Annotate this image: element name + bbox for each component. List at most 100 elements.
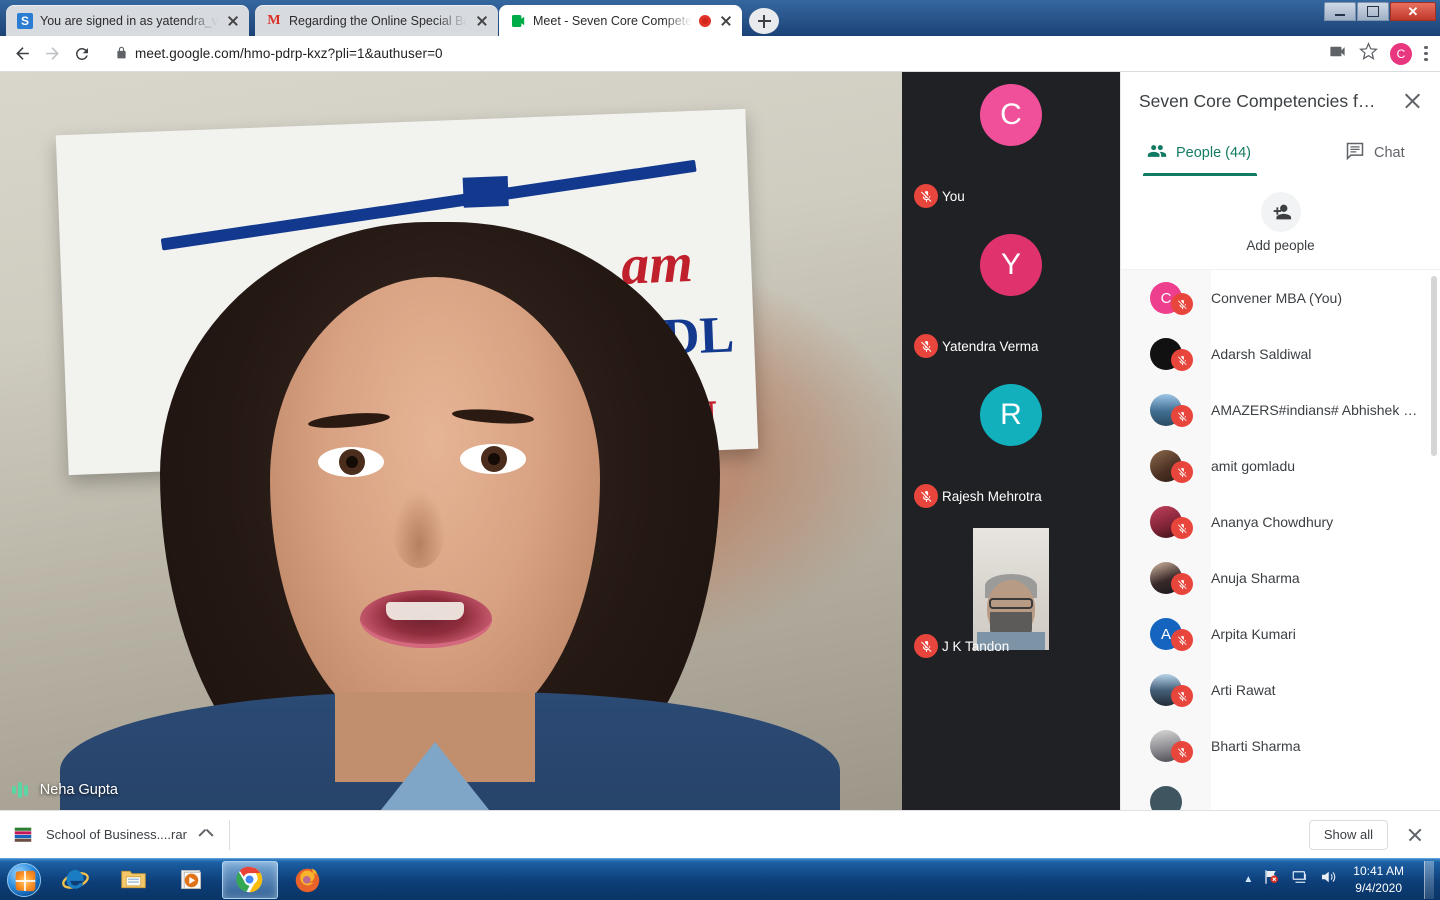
tab-skype[interactable]: S You are signed in as yatendra_ve <box>6 5 249 36</box>
participant-row[interactable]: amit gomladu <box>1121 438 1440 494</box>
cast-icon[interactable] <box>1328 42 1347 66</box>
participant-row[interactable]: Adarsh Saldiwal <box>1121 326 1440 382</box>
taskbar-media-player[interactable] <box>164 861 220 899</box>
avatar-wrapper <box>1121 550 1211 606</box>
speaker-person <box>60 222 840 810</box>
star-icon[interactable] <box>1359 41 1378 66</box>
download-item[interactable]: School of Business....rar <box>12 819 230 850</box>
show-desktop-button[interactable] <box>1424 860 1434 899</box>
thumbnail-jk-tandon[interactable]: J K Tandon <box>902 522 1120 672</box>
participant-row[interactable]: Bharti Sharma <box>1121 718 1440 774</box>
close-panel-icon[interactable] <box>1398 87 1426 115</box>
taskbar-internet-explorer[interactable] <box>48 861 104 899</box>
google-meet-app: आपक am ™ DL ास <box>0 72 1440 810</box>
tab-close-icon[interactable] <box>474 13 490 29</box>
avatar: Y <box>980 234 1042 296</box>
mic-off-icon <box>1171 629 1193 651</box>
taskbar-file-explorer[interactable] <box>106 861 162 899</box>
participant-name: amit gomladu <box>1211 458 1296 474</box>
participant-list[interactable]: C Convener MBA (You) Adarsh Saldiwal AMA… <box>1121 270 1440 810</box>
participant-list-scrollbar[interactable] <box>1431 276 1437 456</box>
recording-indicator-icon[interactable] <box>699 14 712 27</box>
forward-icon[interactable] <box>38 40 66 68</box>
poster-chimney-shape <box>462 176 509 208</box>
tray-overflow-icon[interactable]: ▲ <box>1243 874 1253 885</box>
participant-name: Anuja Sharma <box>1211 570 1300 586</box>
mic-off-icon <box>1171 573 1193 595</box>
taskbar-mozilla-firefox[interactable] <box>280 861 336 899</box>
reload-icon[interactable] <box>68 40 96 68</box>
kebab-menu-icon[interactable] <box>1424 45 1428 62</box>
thumbnail-rajesh-mehrotra[interactable]: R Rajesh Mehrotra <box>902 372 1120 522</box>
close-downloads-icon[interactable] <box>1402 822 1428 848</box>
mic-off-icon <box>1171 741 1193 763</box>
thumbnail-name: Yatendra Verma <box>942 339 1039 354</box>
tab-close-icon[interactable] <box>225 13 241 29</box>
close-window-button[interactable]: ✕ <box>1390 2 1436 21</box>
participant-row[interactable]: Ananya Chowdhury <box>1121 494 1440 550</box>
participant-name: Arti Rawat <box>1211 682 1276 698</box>
participant-name: Arpita Kumari <box>1211 626 1296 642</box>
participant-row[interactable]: AMAZERS#indians# Abhishek … <box>1121 382 1440 438</box>
main-speaker-video[interactable]: आपक am ™ DL ास <box>0 72 902 810</box>
participant-row[interactable] <box>1121 774 1440 810</box>
tab-people[interactable]: People (44) <box>1143 130 1255 176</box>
thumbnail-you[interactable]: C You <box>902 72 1120 222</box>
window-controls: ✕ <box>1323 2 1436 21</box>
participant-row[interactable]: C Convener MBA (You) <box>1121 270 1440 326</box>
taskbar-clock[interactable]: 10:41 AM 9/4/2020 <box>1347 863 1410 895</box>
tab-people-label: People (44) <box>1176 145 1251 161</box>
volume-icon[interactable] <box>1319 868 1337 891</box>
windows-logo-icon <box>7 862 41 897</box>
toolbar-actions: C <box>1328 41 1430 66</box>
mic-off-icon <box>1171 293 1193 315</box>
add-people-button[interactable]: Add people <box>1121 176 1440 270</box>
network-icon[interactable] <box>1291 868 1309 891</box>
flag-icon[interactable] <box>1263 868 1281 891</box>
tab-google-meet[interactable]: Meet - Seven Core Compete <box>499 5 743 36</box>
screen-root: S You are signed in as yatendra_ve M Reg… <box>0 0 1440 900</box>
avatar-wrapper <box>1121 718 1211 774</box>
maximize-button[interactable] <box>1357 2 1389 21</box>
browser-toolbar: meet.google.com/hmo-pdrp-kxz?pli=1&authu… <box>0 36 1440 72</box>
avatar-wrapper <box>1121 662 1211 718</box>
participant-row[interactable]: A Arpita Kumari <box>1121 606 1440 662</box>
address-bar[interactable]: meet.google.com/hmo-pdrp-kxz?pli=1&authu… <box>106 40 1320 67</box>
tab-chat[interactable]: Chat <box>1341 130 1409 176</box>
participant-row[interactable]: Arti Rawat <box>1121 662 1440 718</box>
mic-off-icon <box>1171 461 1193 483</box>
chevron-up-icon[interactable] <box>199 828 213 842</box>
taskbar-google-chrome[interactable] <box>222 860 278 899</box>
new-tab-button[interactable] <box>749 8 780 34</box>
tab-title: You are signed in as yatendra_ve <box>40 13 218 28</box>
tab-gmail[interactable]: M Regarding the Online Special Ba <box>255 5 498 36</box>
google-chrome-icon <box>235 865 265 895</box>
avatar-wrapper <box>1121 438 1211 494</box>
back-icon[interactable] <box>8 40 36 68</box>
mic-off-icon <box>914 634 938 658</box>
gmail-icon: M <box>267 12 281 28</box>
speaker-eye-right <box>460 444 526 474</box>
avatar: R <box>980 384 1042 446</box>
tab-close-icon[interactable] <box>718 13 734 29</box>
panel-tabs: People (44) Chat <box>1121 130 1440 176</box>
start-orb[interactable] <box>2 861 46 899</box>
profile-avatar[interactable]: C <box>1390 42 1412 65</box>
participant-name: AMAZERS#indians# Abhishek … <box>1211 402 1418 418</box>
minimize-button[interactable] <box>1324 2 1356 21</box>
participant-name: Ananya Chowdhury <box>1211 514 1334 530</box>
download-file-name: School of Business....rar <box>46 827 187 842</box>
participant-row[interactable]: Anuja Sharma <box>1121 550 1440 606</box>
speaker-name-text: Neha Gupta <box>39 782 118 798</box>
mic-off-icon <box>1171 349 1193 371</box>
meeting-title: Seven Core Competencies f… <box>1139 90 1376 111</box>
add-people-label: Add people <box>1246 238 1315 253</box>
url-text: meet.google.com/hmo-pdrp-kxz?pli=1&authu… <box>135 46 443 61</box>
meet-icon <box>510 12 526 29</box>
show-all-downloads-button[interactable]: Show all <box>1308 819 1388 850</box>
avatar-wrapper <box>1121 774 1211 810</box>
thumbnail-name: You <box>942 189 965 204</box>
participant-name: Adarsh Saldiwal <box>1211 346 1312 362</box>
system-tray: ▲ 10:41 AM 9/4/2020 <box>1243 860 1440 899</box>
thumbnail-yatendra-verma[interactable]: Y Yatendra Verma <box>902 222 1120 372</box>
